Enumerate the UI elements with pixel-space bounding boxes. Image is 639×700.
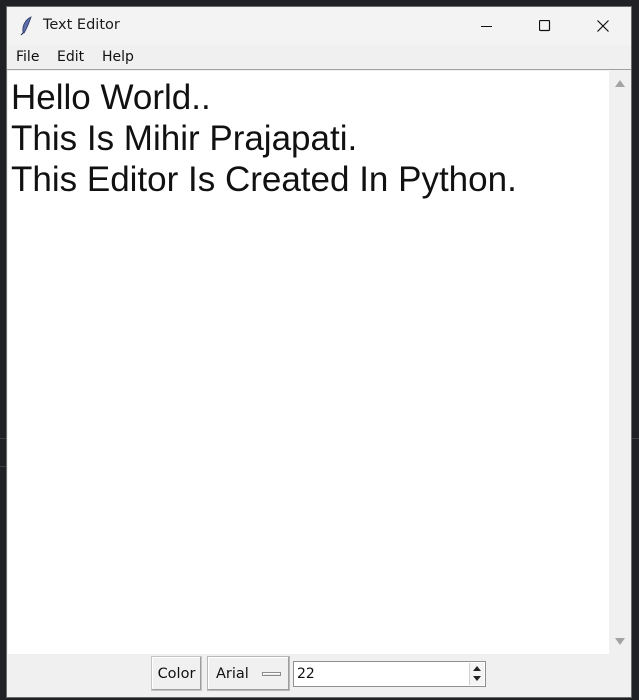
maximize-button[interactable] [516,7,574,45]
menu-help[interactable]: Help [102,49,134,65]
text-line: This Editor Is Created In Python. [11,160,517,199]
menu-edit[interactable]: Edit [57,49,84,65]
scroll-down-arrow-icon[interactable] [615,638,625,645]
minimize-button[interactable] [458,7,516,45]
feather-icon [20,16,32,36]
maximize-icon [539,20,551,32]
text-line: This Is Mihir Prajapati. [11,119,358,158]
minimize-icon [481,26,492,27]
text-area[interactable]: Hello World.. This Is Mihir Prajapati. T… [8,71,609,654]
font-size-value: 22 [297,666,315,682]
menu-bar: File Edit Help [7,45,631,70]
vertical-scrollbar[interactable] [610,71,629,654]
window-title: Text Editor [43,17,120,33]
format-toolbar: Color Arial 22 [7,654,631,697]
close-icon [597,20,609,32]
text-line: Hello World.. [11,78,211,117]
spin-up-arrow-icon[interactable] [473,666,481,671]
font-family-value: Arial [216,666,249,682]
option-menu-indicator-icon [262,672,281,676]
font-size-spinbox[interactable]: 22 [293,661,486,687]
font-family-select[interactable]: Arial [207,656,290,691]
spin-buttons [469,663,484,685]
spin-down-arrow-icon[interactable] [473,676,481,681]
close-button[interactable] [574,7,631,45]
scroll-up-arrow-icon[interactable] [615,80,625,87]
text-editor-window: Text Editor File Edit Help Hello World..… [6,6,632,698]
menu-file[interactable]: File [16,49,39,65]
color-button[interactable]: Color [151,656,202,691]
desktop-divider-right [632,438,639,439]
title-bar[interactable]: Text Editor [7,7,631,45]
